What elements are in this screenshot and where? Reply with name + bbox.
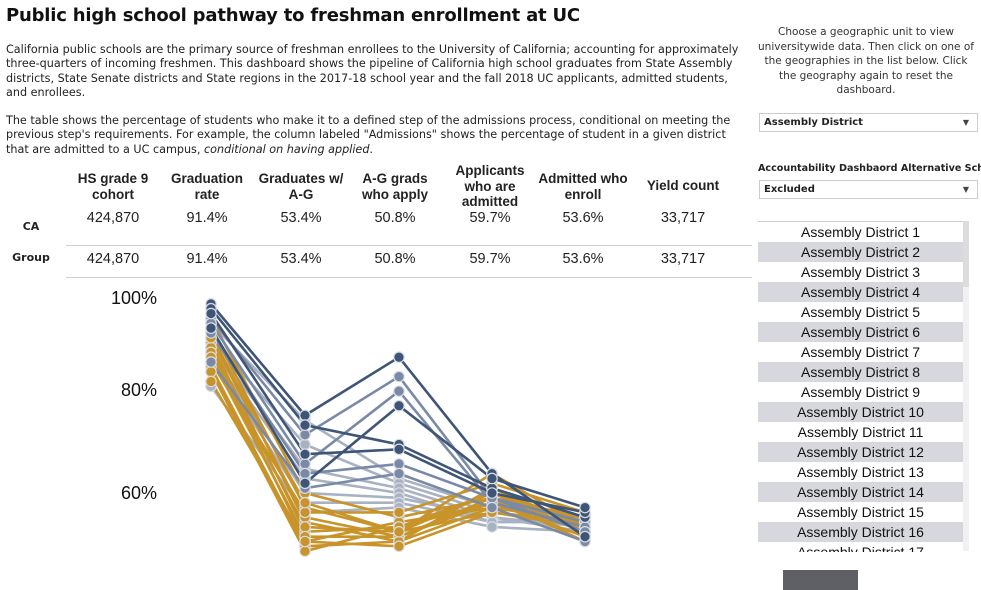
data-point[interactable]	[393, 458, 405, 470]
data-point[interactable]	[393, 370, 405, 383]
data-point[interactable]	[486, 521, 498, 533]
data-point[interactable]	[205, 365, 217, 378]
data-point[interactable]	[299, 477, 311, 490]
data-point[interactable]	[299, 467, 311, 480]
data-point[interactable]	[393, 443, 405, 456]
data-point[interactable]	[486, 501, 498, 514]
data-point[interactable]	[205, 307, 217, 320]
data-point[interactable]	[299, 448, 311, 460]
data-point[interactable]	[299, 521, 311, 533]
data-point[interactable]	[299, 458, 311, 470]
data-point[interactable]	[299, 545, 311, 557]
data-point[interactable]	[393, 385, 405, 397]
data-point[interactable]	[299, 506, 311, 519]
data-point[interactable]	[393, 506, 405, 519]
data-point[interactable]	[205, 375, 217, 388]
data-point[interactable]	[579, 530, 591, 543]
data-point[interactable]	[299, 419, 311, 431]
data-point[interactable]	[299, 409, 311, 422]
pipeline-parallel-coordinates-chart	[205, 298, 591, 557]
data-point[interactable]	[299, 496, 311, 509]
data-point[interactable]	[579, 501, 591, 514]
data-point[interactable]	[393, 540, 405, 553]
data-point[interactable]	[299, 428, 311, 441]
data-point[interactable]	[393, 399, 405, 412]
data-point[interactable]	[393, 351, 405, 363]
data-point[interactable]	[205, 322, 217, 334]
data-point[interactable]	[205, 356, 217, 368]
data-point[interactable]	[299, 535, 311, 548]
data-point[interactable]	[299, 438, 311, 451]
data-point[interactable]	[393, 467, 405, 480]
data-point[interactable]	[486, 487, 498, 499]
data-point[interactable]	[393, 525, 405, 538]
data-point[interactable]	[486, 472, 498, 485]
